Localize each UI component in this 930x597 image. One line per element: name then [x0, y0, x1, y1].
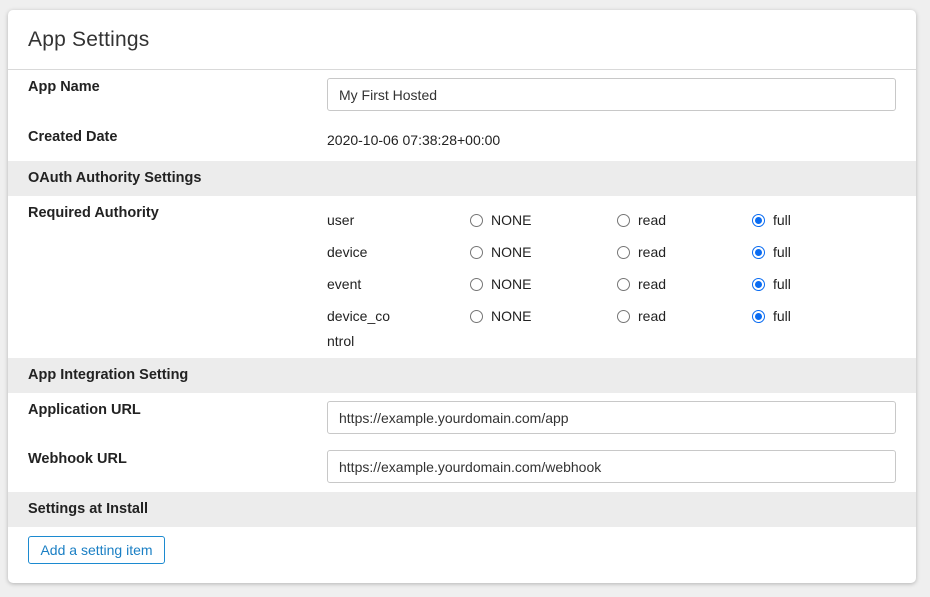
authority-scope-name: device_control — [327, 308, 391, 349]
app-name-label: App Name — [28, 79, 100, 95]
radio-label: full — [773, 276, 791, 292]
application-url-label: Application URL — [28, 402, 141, 418]
oauth-section-header: OAuth Authority Settings — [8, 161, 916, 196]
authority-device-control-none-option[interactable]: NONE — [470, 308, 531, 324]
authority-user-none-option[interactable]: NONE — [470, 212, 531, 228]
app-settings-card: App Settings App Name Created Date 2020-… — [8, 10, 916, 583]
radio-label: read — [638, 308, 667, 324]
authority-scope-name: user — [327, 212, 355, 228]
radio-button[interactable] — [470, 213, 483, 227]
radio-label: NONE — [491, 212, 532, 228]
oauth-section-title: OAuth Authority Settings — [28, 170, 202, 186]
radio-button[interactable] — [617, 213, 630, 227]
app-name-input[interactable] — [327, 78, 896, 111]
authority-event-full-option[interactable]: full — [752, 276, 791, 292]
install-section-header: Settings at Install — [8, 492, 916, 527]
radio-button[interactable] — [752, 213, 765, 227]
webhook-url-label: Webhook URL — [28, 451, 127, 467]
authority-row-device: device NONE read full — [8, 236, 916, 260]
radio-label: full — [773, 244, 791, 260]
created-date-label: Created Date — [28, 129, 118, 145]
application-url-input[interactable] — [327, 401, 896, 434]
authority-device-none-option[interactable]: NONE — [470, 244, 531, 260]
authority-row-event: event NONE read full — [8, 268, 916, 292]
radio-button[interactable] — [470, 309, 483, 323]
authority-device-control-read-option[interactable]: read — [617, 308, 666, 324]
radio-button[interactable] — [470, 245, 483, 259]
authority-user-read-option[interactable]: read — [617, 212, 666, 228]
webhook-url-input[interactable] — [327, 450, 896, 483]
authority-device-control-full-option[interactable]: full — [752, 308, 791, 324]
radio-button[interactable] — [617, 309, 630, 323]
radio-label: NONE — [491, 276, 532, 292]
radio-label: read — [638, 244, 667, 260]
authority-scope-name: event — [327, 276, 362, 292]
authority-event-read-option[interactable]: read — [617, 276, 666, 292]
radio-button[interactable] — [752, 309, 765, 323]
radio-button[interactable] — [752, 245, 765, 259]
integration-section-header: App Integration Setting — [8, 358, 916, 393]
title-divider — [8, 69, 916, 70]
install-section-title: Settings at Install — [28, 501, 149, 517]
authority-device-full-option[interactable]: full — [752, 244, 791, 260]
radio-label: read — [638, 212, 667, 228]
radio-button[interactable] — [617, 277, 630, 291]
authority-row-device-control: device_control NONE read full — [8, 300, 916, 349]
radio-button[interactable] — [617, 245, 630, 259]
authority-row-user: user NONE read full — [8, 204, 916, 228]
radio-button[interactable] — [470, 277, 483, 291]
authority-event-none-option[interactable]: NONE — [470, 276, 531, 292]
radio-button[interactable] — [752, 277, 765, 291]
authority-user-full-option[interactable]: full — [752, 212, 791, 228]
created-date-value: 2020-10-06 07:38:28+00:00 — [327, 132, 501, 148]
integration-section-title: App Integration Setting — [28, 367, 189, 383]
add-setting-item-button[interactable]: Add a setting item — [28, 536, 165, 564]
radio-label: full — [773, 212, 791, 228]
radio-label: full — [773, 308, 791, 324]
card-title: App Settings — [28, 28, 150, 51]
radio-label: NONE — [491, 244, 532, 260]
radio-label: NONE — [491, 308, 532, 324]
authority-scope-name: device — [327, 244, 368, 260]
authority-device-read-option[interactable]: read — [617, 244, 666, 260]
radio-label: read — [638, 276, 667, 292]
